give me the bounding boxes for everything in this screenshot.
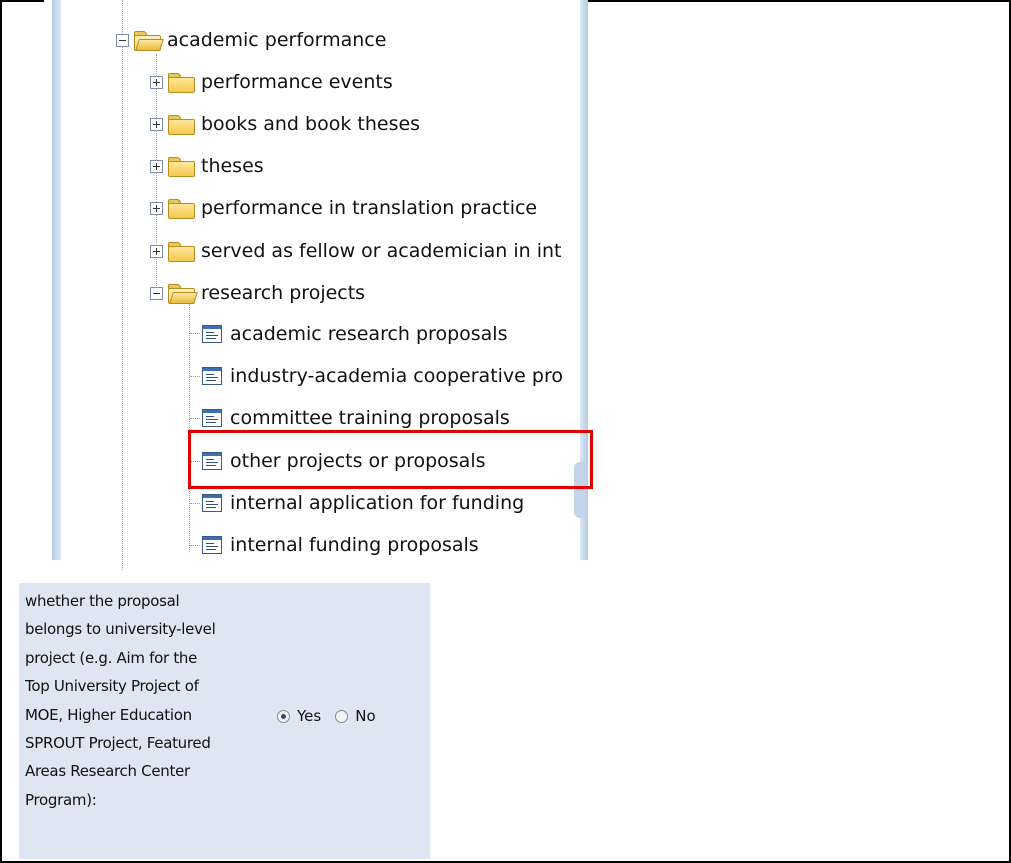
tree-guide-branch bbox=[190, 333, 200, 334]
question-label: whether the proposal belongs to universi… bbox=[25, 587, 270, 814]
tree-leaf-label: internal application for funding bbox=[230, 492, 525, 514]
question-line: project (e.g. Aim for the bbox=[25, 648, 198, 667]
document-icon bbox=[202, 367, 222, 385]
tree-node-label: performance in translation practice bbox=[201, 197, 538, 219]
radio-option-no[interactable]: No bbox=[335, 707, 376, 725]
tree-leaf-industry-academia[interactable]: industry-academia cooperative pro bbox=[202, 362, 563, 390]
tree-node-label: research projects bbox=[201, 282, 366, 304]
folder-icon bbox=[168, 156, 195, 177]
tree-node-label: performance events bbox=[201, 71, 393, 93]
tree-guide-line bbox=[189, 304, 190, 552]
question-line: Program): bbox=[25, 790, 97, 809]
tree-leaf-label: committee training proposals bbox=[230, 407, 510, 429]
expand-toggle-icon[interactable] bbox=[150, 159, 163, 173]
document-icon bbox=[202, 536, 222, 554]
document-icon bbox=[202, 494, 222, 512]
tree-node-label: served as fellow or academician in int bbox=[201, 240, 562, 262]
tree-node-books-and-book-theses[interactable]: books and book theses bbox=[150, 110, 420, 138]
tree-guide-line bbox=[122, 0, 123, 570]
university-project-question: whether the proposal belongs to universi… bbox=[19, 583, 430, 859]
tree-node-theses[interactable]: theses bbox=[150, 152, 264, 180]
tree-leaf-academic-research-proposals[interactable]: academic research proposals bbox=[202, 320, 507, 348]
tree-node-label: theses bbox=[201, 155, 264, 177]
radio-option-yes[interactable]: Yes bbox=[277, 707, 321, 725]
radio-yes-label: Yes bbox=[297, 707, 322, 725]
folder-icon bbox=[168, 72, 195, 93]
radio-no-label: No bbox=[355, 707, 376, 725]
tree-leaf-committee-training-proposals[interactable]: committee training proposals bbox=[202, 404, 510, 432]
question-line: Top University Project of bbox=[25, 677, 199, 696]
expand-toggle-icon[interactable] bbox=[150, 75, 163, 89]
tree-guide-branch bbox=[190, 545, 200, 546]
radio-no[interactable] bbox=[335, 709, 349, 723]
tree-leaf-internal-application-for-funding[interactable]: internal application for funding bbox=[202, 489, 524, 517]
tree-node-performance-events[interactable]: performance events bbox=[150, 68, 393, 96]
expand-toggle-icon[interactable] bbox=[150, 244, 163, 258]
open-folder-icon bbox=[134, 30, 164, 51]
document-icon bbox=[202, 325, 222, 343]
tree-leaf-label: industry-academia cooperative pro bbox=[230, 365, 563, 387]
document-icon bbox=[202, 409, 222, 427]
tree-guide-branch bbox=[190, 503, 200, 504]
question-line: SPROUT Project, Featured bbox=[25, 734, 211, 753]
tree-leaf-internal-funding-proposals[interactable]: internal funding proposals bbox=[202, 531, 479, 559]
yes-no-radio-group: Yes No bbox=[277, 707, 390, 725]
tree-leaf-label: academic research proposals bbox=[230, 323, 508, 345]
folder-icon bbox=[168, 198, 195, 219]
collapse-toggle-icon[interactable] bbox=[150, 286, 163, 300]
tree-node-label: academic performance bbox=[167, 29, 387, 51]
expand-toggle-icon[interactable] bbox=[150, 117, 163, 131]
expand-toggle-icon[interactable] bbox=[150, 201, 163, 215]
question-line: whether the proposal bbox=[25, 592, 180, 610]
tree-node-academic-performance[interactable]: academic performance bbox=[116, 26, 386, 54]
radio-yes[interactable] bbox=[277, 709, 290, 723]
folder-icon bbox=[168, 114, 195, 135]
tree-node-performance-in-translation-practice[interactable]: performance in translation practice bbox=[150, 194, 537, 222]
collapse-toggle-icon[interactable] bbox=[116, 33, 129, 47]
tree-node-label: books and book theses bbox=[201, 113, 421, 135]
tree-guide-branch bbox=[190, 376, 200, 377]
highlight-box bbox=[188, 430, 593, 489]
question-line: Areas Research Center bbox=[25, 762, 190, 781]
folder-icon bbox=[168, 241, 195, 262]
tree-node-research-projects[interactable]: research projects bbox=[150, 279, 365, 307]
tree-leaf-label: internal funding proposals bbox=[230, 534, 479, 556]
open-folder-icon bbox=[168, 283, 198, 304]
tree-node-served-as-fellow[interactable]: served as fellow or academician in int bbox=[150, 237, 561, 265]
tree-left-border bbox=[52, 0, 61, 560]
question-line: MOE, Higher Education bbox=[25, 705, 192, 724]
tree-guide-branch bbox=[190, 418, 200, 419]
question-line: belongs to university-level bbox=[25, 620, 216, 639]
